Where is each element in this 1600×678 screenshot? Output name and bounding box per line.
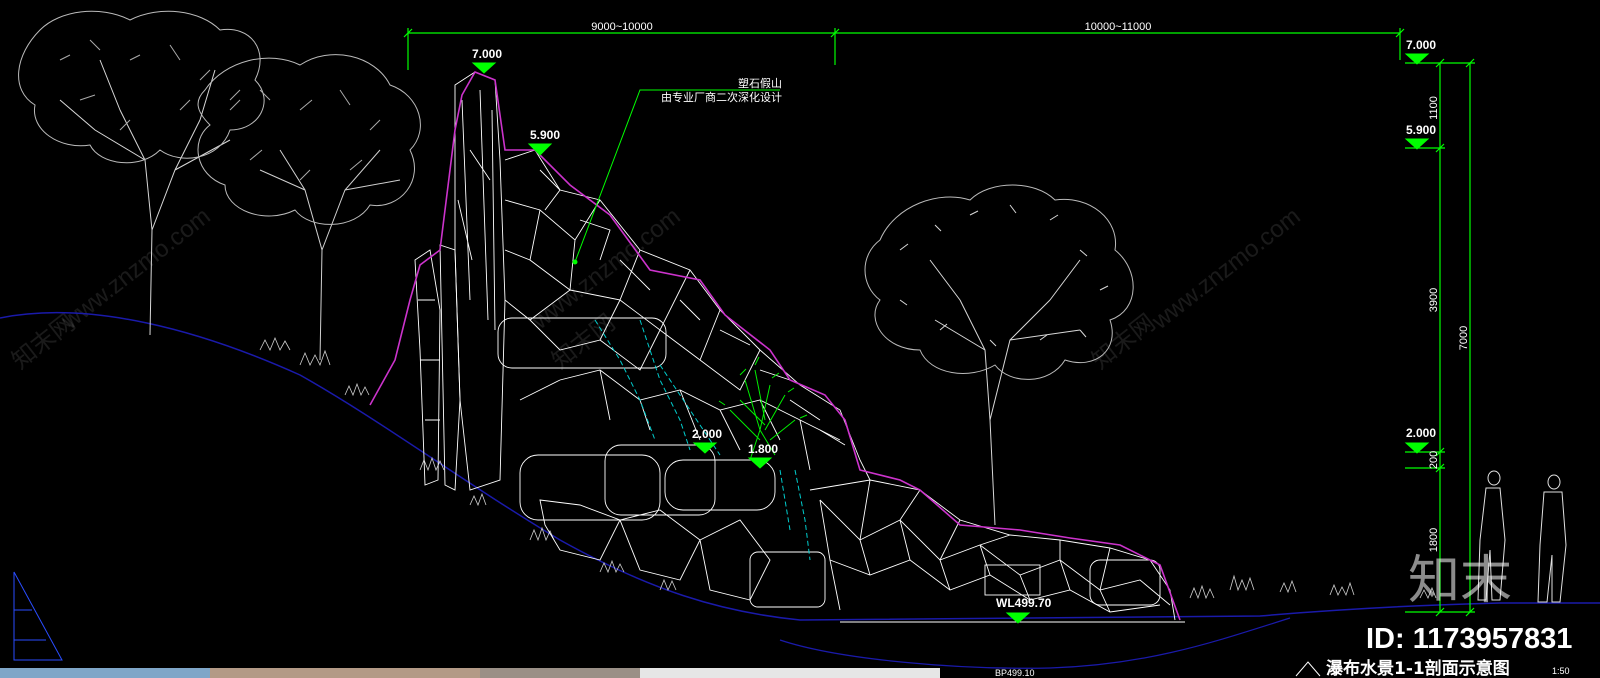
drawing-title: 瀑布水景1-1剖面示意图 (1326, 658, 1510, 678)
dim-top-right: 10000~11000 (1085, 21, 1152, 33)
brand-logo-watermark: 知末 (1408, 551, 1512, 611)
elevation-label-right-5900: 5.900 (1406, 123, 1436, 137)
elevation-label-ledge-b: 1.800 (748, 442, 778, 456)
north-triangle-icon (13, 571, 63, 661)
id-label: ID: 1173957831 (1366, 623, 1572, 655)
tree-left-2 (197, 54, 421, 361)
elevation-label-ledge-a: 2.000 (692, 427, 722, 441)
ground-line (0, 311, 1600, 621)
annotation-note-title: 塑石假山 (738, 76, 782, 90)
elevation-label-second-peak: 5.900 (530, 128, 560, 142)
bottom-code: BP499.10 (995, 668, 1035, 678)
dim-right-1100: 1100 (1428, 96, 1440, 120)
rockery-wireframe (414, 71, 1176, 621)
watermark-layer: www.znzmo.com www.znzmo.com www.znzmo.co… (7, 203, 1306, 375)
dimension-top (403, 28, 1405, 70)
dim-right-3900: 3900 (1428, 288, 1440, 312)
boulder-mid-right (664, 459, 776, 511)
elevation-marker-peak (471, 62, 497, 74)
rockery-outline (369, 70, 1181, 621)
section-drawing-canvas: www.znzmo.com www.znzmo.com www.znzmo.co… (0, 10, 1600, 678)
ground-line-lower (779, 617, 1291, 669)
boulder-low (749, 551, 826, 608)
bottom-photo-strip (0, 668, 940, 678)
drawing-scale: 1:50 (1552, 666, 1570, 676)
boulder-right (1089, 559, 1161, 606)
annotation-leader (572, 89, 780, 265)
boulder-mid-left (519, 454, 661, 521)
watermark-site: www.znzmo.com (1146, 203, 1305, 336)
shrub-group-slope (259, 336, 1437, 600)
watermark-site: www.znzmo.com (56, 203, 215, 336)
dim-right-1800: 1800 (1428, 528, 1440, 552)
annotation-note-detail: 由专业厂商二次深化设计 (661, 90, 782, 104)
dim-top-left: 9000~10000 (591, 21, 652, 33)
elevation-label-right-top: 7.000 (1406, 38, 1436, 52)
tree-left-1 (18, 10, 265, 336)
section-symbol-icon (1295, 661, 1321, 677)
elevation-markers (471, 53, 1430, 624)
dim-right-200: 200 (1428, 451, 1440, 469)
elevation-marker-ledge-a (692, 442, 718, 454)
elevation-label-right-2000: 2.000 (1406, 426, 1436, 440)
dim-right-total: 7000 (1458, 326, 1470, 350)
elevation-label-peak: 7.000 (472, 47, 502, 61)
elevation-label-water-level: WL499.70 (996, 596, 1052, 610)
watermark-brand: 知末网 (1087, 309, 1160, 375)
watermark-brand: 知末网 (7, 309, 80, 375)
